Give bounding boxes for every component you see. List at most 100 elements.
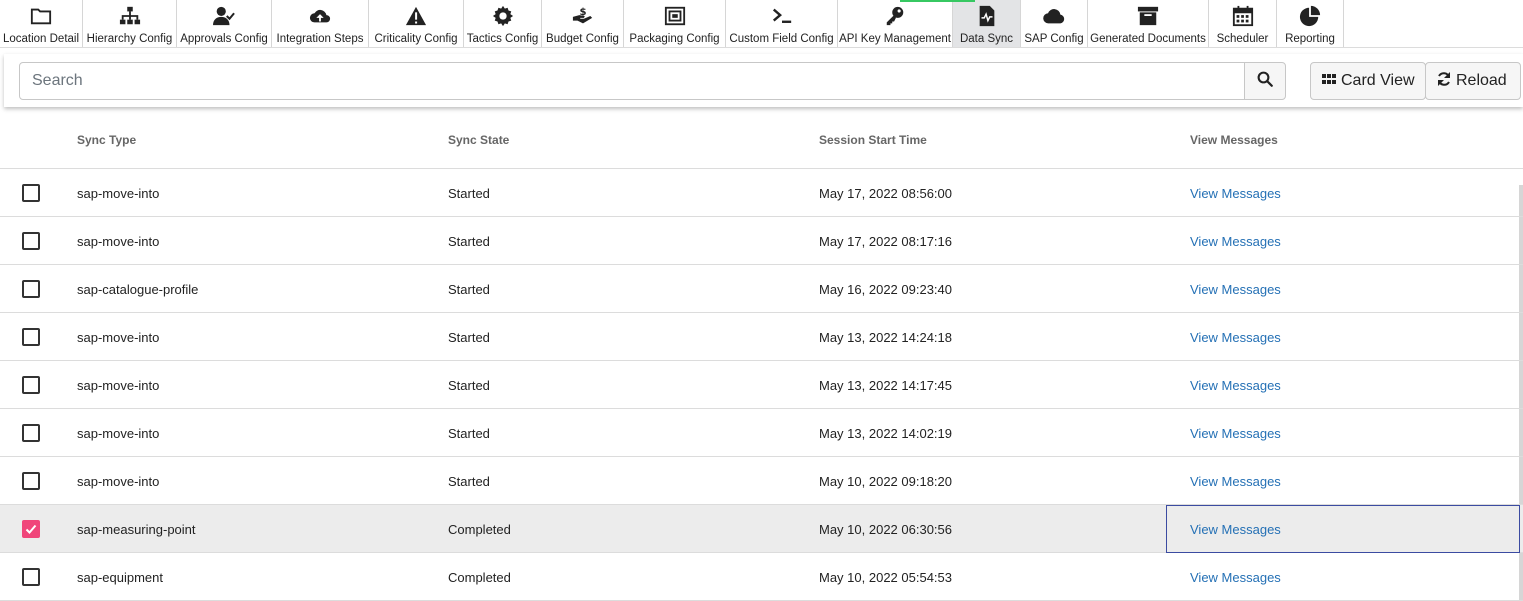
cell-sync-type: sap-measuring-point bbox=[77, 522, 196, 537]
table-header: Sync Type Sync State Session Start Time … bbox=[0, 110, 1523, 169]
row-checkbox[interactable] bbox=[22, 376, 40, 394]
view-messages-link[interactable]: View Messages bbox=[1190, 378, 1281, 393]
tab-custom-field-config[interactable]: Custom Field Config bbox=[726, 0, 838, 47]
tab-data-sync[interactable]: Data Sync bbox=[953, 0, 1021, 47]
cell-sync-type: sap-move-into bbox=[77, 474, 160, 489]
tab-label: Scheduler bbox=[1216, 33, 1269, 45]
tab-sap-config[interactable]: SAP Config bbox=[1021, 0, 1088, 47]
tab-api-key-management[interactable]: API Key Management bbox=[838, 0, 953, 47]
tab-label: Data Sync bbox=[959, 33, 1014, 45]
table-row[interactable]: sap-equipment Completed May 10, 2022 05:54… bbox=[0, 553, 1523, 601]
tab-criticality-config[interactable]: Criticality Config bbox=[369, 0, 464, 47]
table-row[interactable]: sap-move-into Started May 17, 2022 08:17:1… bbox=[0, 217, 1523, 265]
cell-session-start-time: May 13, 2022 14:17:45 bbox=[819, 378, 952, 393]
tab-approvals-config[interactable]: Approvals Config bbox=[177, 0, 272, 47]
tab-location-detail[interactable]: Location Detail bbox=[0, 0, 83, 47]
cell-sync-state: Started bbox=[448, 186, 490, 201]
view-messages-link[interactable]: View Messages bbox=[1190, 426, 1281, 441]
table-row[interactable]: sap-measuring-point Completed May 10, 2022… bbox=[0, 505, 1523, 553]
table-row[interactable]: sap-move-into Started May 13, 2022 14:02:1… bbox=[0, 409, 1523, 457]
tab-label: Hierarchy Config bbox=[86, 33, 173, 45]
table-row[interactable]: sap-move-into Started May 17, 2022 08:56:0… bbox=[0, 169, 1523, 217]
tab-label: Packaging Config bbox=[629, 33, 720, 45]
tab-integration-steps[interactable]: Integration Steps bbox=[272, 0, 369, 47]
cell-sync-type: sap-equipment bbox=[77, 570, 163, 585]
table-row[interactable]: sap-move-into Started May 13, 2022 14:24:1… bbox=[0, 313, 1523, 361]
tab-label: Integration Steps bbox=[276, 33, 364, 45]
cell-sync-state: Started bbox=[448, 378, 490, 393]
table-row[interactable]: sap-catalogue-profile Started May 16, 2022… bbox=[0, 265, 1523, 313]
tab-budget-config[interactable]: $ Budget Config bbox=[542, 0, 624, 47]
cell-sync-state: Started bbox=[448, 234, 490, 249]
sitemap-icon bbox=[83, 0, 176, 30]
tab-label: Custom Field Config bbox=[729, 33, 834, 45]
package-icon bbox=[624, 0, 725, 30]
reload-label: Reload bbox=[1456, 72, 1507, 89]
row-checkbox[interactable] bbox=[22, 520, 40, 538]
tab-packaging-config[interactable]: Packaging Config bbox=[624, 0, 726, 47]
reload-button[interactable]: Reload bbox=[1425, 62, 1521, 100]
pie-chart-icon bbox=[1277, 0, 1343, 30]
card-view-label: Card View bbox=[1341, 72, 1415, 89]
row-checkbox[interactable] bbox=[22, 184, 40, 202]
user-check-icon bbox=[177, 0, 271, 30]
folder-icon bbox=[0, 0, 82, 30]
row-checkbox[interactable] bbox=[22, 424, 40, 442]
cell-session-start-time: May 10, 2022 05:54:53 bbox=[819, 570, 952, 585]
refresh-icon bbox=[1436, 71, 1456, 92]
gear-icon bbox=[464, 0, 541, 30]
table-row[interactable]: sap-move-into Started May 10, 2022 09:18:2… bbox=[0, 457, 1523, 505]
search-button[interactable] bbox=[1244, 62, 1286, 100]
cell-sync-state: Completed bbox=[448, 570, 511, 585]
tab-reporting[interactable]: Reporting bbox=[1277, 0, 1344, 47]
cell-sync-state: Started bbox=[448, 282, 490, 297]
view-messages-link[interactable]: View Messages bbox=[1190, 570, 1281, 585]
cell-sync-state: Started bbox=[448, 426, 490, 441]
row-checkbox[interactable] bbox=[22, 472, 40, 490]
view-messages-link[interactable]: View Messages bbox=[1190, 330, 1281, 345]
column-header-session-start-time[interactable]: Session Start Time bbox=[819, 133, 927, 147]
tab-label: Generated Documents bbox=[1090, 33, 1206, 45]
table-row[interactable]: sap-move-into Started May 13, 2022 14:17:4… bbox=[0, 361, 1523, 409]
view-messages-link[interactable]: View Messages bbox=[1190, 282, 1281, 297]
file-pulse-icon bbox=[953, 0, 1020, 30]
cell-session-start-time: May 10, 2022 09:18:20 bbox=[819, 474, 952, 489]
card-view-button[interactable]: Card View bbox=[1310, 62, 1426, 100]
tab-label: Reporting bbox=[1285, 33, 1335, 45]
row-checkbox[interactable] bbox=[22, 232, 40, 250]
tab-generated-documents[interactable]: Generated Documents bbox=[1088, 0, 1209, 47]
row-checkbox[interactable] bbox=[22, 568, 40, 586]
tab-label: Approvals Config bbox=[180, 33, 268, 45]
cloud-upload-icon bbox=[272, 0, 368, 30]
checkmark-icon bbox=[25, 524, 37, 534]
tab-tactics-config[interactable]: Tactics Config bbox=[464, 0, 542, 47]
cell-sync-state: Started bbox=[448, 330, 490, 345]
table-body: sap-move-into Started May 17, 2022 08:56:0… bbox=[0, 169, 1523, 601]
column-header-view-messages[interactable]: View Messages bbox=[1190, 133, 1278, 147]
column-header-sync-type[interactable]: Sync Type bbox=[77, 133, 136, 147]
grid-icon bbox=[1321, 71, 1341, 92]
cell-sync-state: Started bbox=[448, 474, 490, 489]
cell-session-start-time: May 13, 2022 14:24:18 bbox=[819, 330, 952, 345]
view-messages-link[interactable]: View Messages bbox=[1190, 234, 1281, 249]
tab-label: Criticality Config bbox=[374, 33, 458, 45]
cell-sync-type: sap-move-into bbox=[77, 378, 160, 393]
tab-label: Budget Config bbox=[546, 33, 619, 45]
view-messages-link[interactable]: View Messages bbox=[1190, 474, 1281, 489]
tab-hierarchy-config[interactable]: Hierarchy Config bbox=[83, 0, 177, 47]
cell-session-start-time: May 17, 2022 08:56:00 bbox=[819, 186, 952, 201]
column-header-sync-state[interactable]: Sync State bbox=[448, 133, 509, 147]
tab-scheduler[interactable]: Scheduler bbox=[1209, 0, 1277, 47]
search-panel: Card View Reload bbox=[4, 54, 1523, 107]
cell-sync-type: sap-catalogue-profile bbox=[77, 282, 199, 297]
cell-sync-type: sap-move-into bbox=[77, 426, 160, 441]
row-checkbox[interactable] bbox=[22, 328, 40, 346]
search-input[interactable] bbox=[19, 62, 1245, 100]
cell-session-start-time: May 16, 2022 09:23:40 bbox=[819, 282, 952, 297]
cell-sync-type: sap-move-into bbox=[77, 234, 160, 249]
archive-icon bbox=[1088, 0, 1208, 30]
tab-label: Tactics Config bbox=[466, 33, 539, 45]
view-messages-link[interactable]: View Messages bbox=[1190, 186, 1281, 201]
terminal-icon bbox=[726, 0, 837, 30]
row-checkbox[interactable] bbox=[22, 280, 40, 298]
